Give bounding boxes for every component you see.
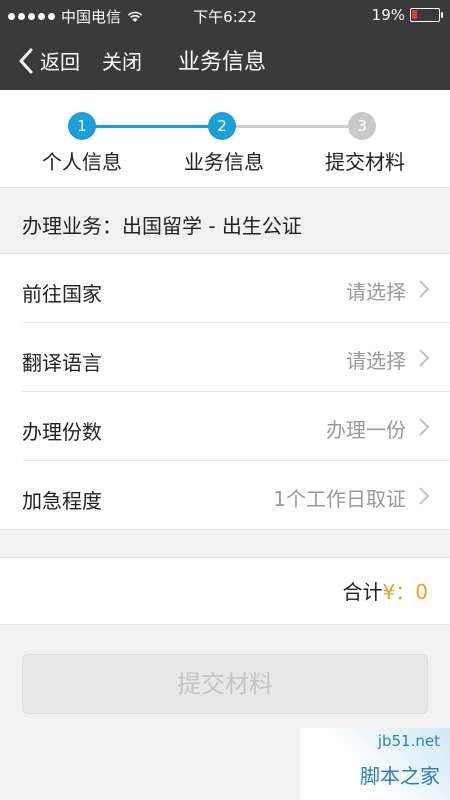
back-label: 返回 xyxy=(40,50,80,74)
step-line-done xyxy=(82,125,222,128)
total-price: 合计¥：0 xyxy=(343,576,428,605)
form-row-urgency[interactable]: 加急程度 1个工作日取证 xyxy=(22,461,450,530)
step-3-label: 提交材料 xyxy=(325,150,405,174)
copies-label: 办理份数 xyxy=(22,420,102,444)
service-form: 前往国家 请选择 翻译语言 请选择 办理份数 办理一份 加急程度 1个工作日取证 xyxy=(0,254,450,530)
status-bar: 中国电信 下午6:22 19% xyxy=(0,0,450,30)
page-title: 业务信息 xyxy=(178,50,267,75)
service-value: 出国留学 - 出生公证 xyxy=(122,214,302,238)
total-label: 合计 xyxy=(342,580,383,604)
step-indicator: 1 2 3 个人信息 业务信息 提交材料 xyxy=(0,90,450,188)
submit-button[interactable]: 提交材料 xyxy=(22,654,428,714)
step-2-label: 业务信息 xyxy=(184,150,264,174)
battery-fill xyxy=(412,10,417,19)
step-line-todo xyxy=(222,125,362,128)
chevron-right-icon xyxy=(419,349,430,367)
status-right: 19% xyxy=(371,6,443,24)
service-label: 办理业务： xyxy=(22,214,122,238)
form-row-copies[interactable]: 办理份数 办理一份 xyxy=(22,392,450,461)
close-button[interactable]: 关闭 xyxy=(102,46,142,75)
urgency-value: 1个工作日取证 xyxy=(273,487,406,511)
watermark-domain: jb51.net xyxy=(377,732,440,750)
total-currency: ¥： xyxy=(382,580,416,604)
chevron-left-icon xyxy=(19,48,33,73)
form-row-language[interactable]: 翻译语言 请选择 xyxy=(22,323,450,392)
language-label: 翻译语言 xyxy=(22,351,102,375)
step-1-label: 个人信息 xyxy=(42,150,122,174)
chevron-right-icon xyxy=(419,280,430,298)
back-button[interactable]: 返回 xyxy=(18,46,80,75)
chevron-right-icon xyxy=(419,487,430,505)
step-1-circle: 1 xyxy=(68,112,96,140)
country-label: 前往国家 xyxy=(22,282,102,306)
watermark: jb51.net 脚本之家 xyxy=(300,728,450,800)
country-value: 请选择 xyxy=(346,280,406,304)
urgency-label: 加急程度 xyxy=(22,489,102,513)
total-bar: 合计¥：0 xyxy=(0,557,450,625)
nav-bar: 返回 关闭 业务信息 xyxy=(0,30,450,90)
total-amount: 0 xyxy=(415,580,428,604)
service-info: 办理业务：出国留学 - 出生公证 xyxy=(0,188,450,254)
watermark-name: 脚本之家 xyxy=(360,764,440,788)
step-3-circle: 3 xyxy=(348,112,376,140)
battery-icon xyxy=(410,8,443,22)
language-value: 请选择 xyxy=(346,349,406,373)
form-row-country[interactable]: 前往国家 请选择 xyxy=(22,254,450,323)
chevron-right-icon xyxy=(419,418,430,436)
battery-percent: 19% xyxy=(371,6,405,24)
step-2-circle: 2 xyxy=(208,112,236,140)
copies-value: 办理一份 xyxy=(326,418,406,442)
